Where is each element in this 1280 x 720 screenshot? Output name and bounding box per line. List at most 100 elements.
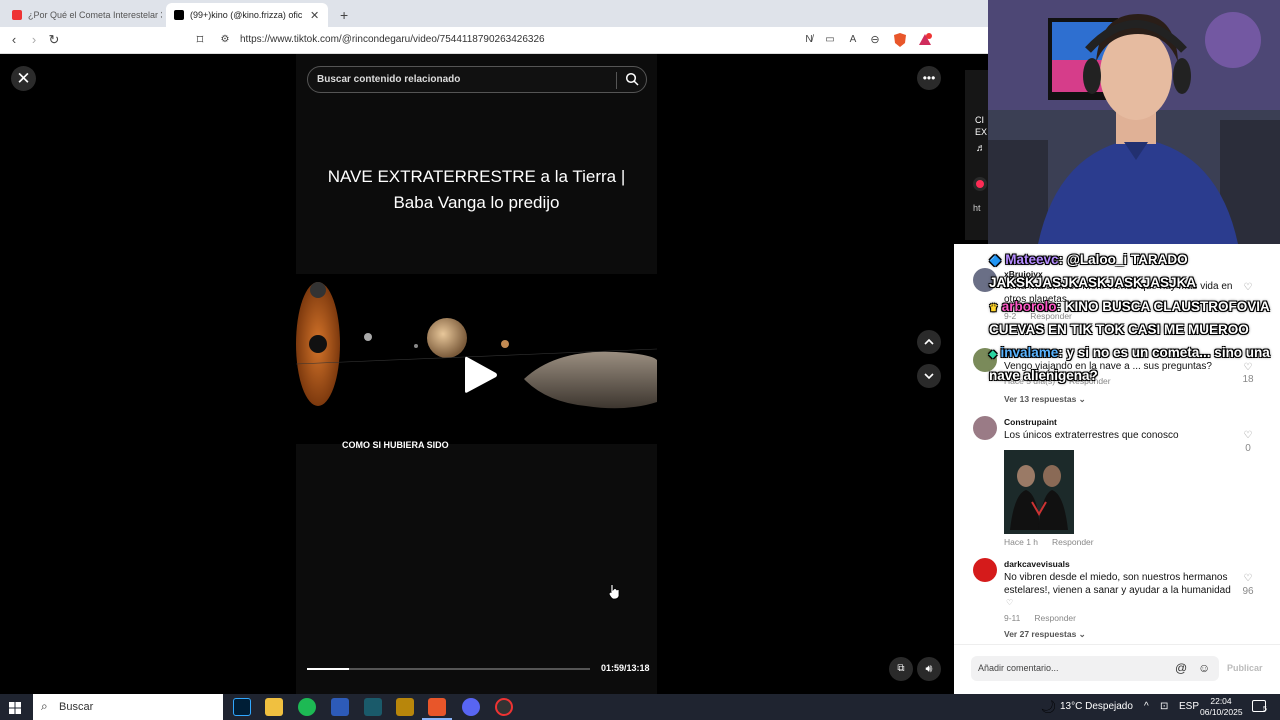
- reload-icon[interactable]: ↻: [46, 32, 62, 48]
- comment-author[interactable]: darkcavevisuals: [1004, 559, 1070, 569]
- discord-icon[interactable]: [462, 698, 480, 716]
- video-player[interactable]: Buscar contenido relacionado NAVE EXTRAT…: [296, 54, 657, 694]
- chat-username: arborolo: [1001, 299, 1057, 314]
- video-info-panel-partial: CI EX ♬ ht: [965, 70, 988, 240]
- weather-text[interactable]: 13°C Despejado: [1060, 701, 1133, 712]
- photoshop-icon[interactable]: [233, 698, 251, 716]
- back-icon[interactable]: ‹: [6, 32, 22, 48]
- chat-badge-icon: 🔷: [989, 256, 1002, 267]
- address-bar: ‹ › ↻ ⌑ ⚙ https://www.tiktok.com/@rincon…: [0, 27, 988, 54]
- like-icon[interactable]: [973, 177, 987, 191]
- streamer-webcam: [988, 0, 1280, 244]
- chat-badge-icon: ◆: [989, 349, 997, 360]
- view-replies-link[interactable]: Ver 27 respuestas ⌄: [1004, 629, 1086, 640]
- crown-badge-icon: ♛: [989, 303, 998, 314]
- play-icon[interactable]: [463, 354, 499, 396]
- new-tab-button[interactable]: +: [332, 3, 352, 27]
- comment-like-icon[interactable]: ♡: [1238, 430, 1258, 441]
- related-search-input[interactable]: Buscar contenido relacionado: [307, 66, 647, 93]
- comment-meta: 9-11 Responder: [1004, 613, 1090, 623]
- video-time: 01:59/13:18: [601, 663, 650, 673]
- more-options-icon[interactable]: •••: [917, 66, 941, 90]
- spotify-icon[interactable]: [298, 698, 316, 716]
- publish-button[interactable]: Publicar: [1227, 663, 1263, 673]
- bookmark-icon[interactable]: ⌑: [192, 32, 208, 48]
- comment-author[interactable]: Construpaint: [1004, 417, 1057, 427]
- translate-icon[interactable]: A: [845, 32, 861, 48]
- mention-icon[interactable]: @: [1175, 661, 1187, 675]
- hashtag-link[interactable]: ht: [973, 203, 981, 213]
- emoji-icon[interactable]: ☺: [1198, 661, 1210, 675]
- volume-icon[interactable]: 🔊︎: [917, 657, 941, 681]
- comment-text: Los únicos extraterrestres que conosco: [1004, 430, 1179, 441]
- avatar[interactable]: [973, 558, 997, 582]
- next-video-icon[interactable]: [917, 364, 941, 388]
- translate-off-icon[interactable]: N̸: [801, 32, 817, 48]
- browser-tab-bar: ¿Por Qué el Cometa Interestelar 3I/A (99…: [0, 0, 988, 27]
- music-note-icon: ♬: [976, 143, 986, 154]
- video-caption: COMO SI HUBIERA SIDO: [342, 440, 449, 450]
- tiktok-favicon-icon: [174, 10, 184, 20]
- forward-icon[interactable]: ›: [26, 32, 42, 48]
- search-icon[interactable]: [625, 72, 639, 86]
- pip-icon[interactable]: ⧉: [889, 657, 913, 681]
- comment-input-bar: Añadir comentario... @ ☺ Publicar: [954, 644, 1280, 694]
- tray-overflow-icon[interactable]: ^: [1144, 701, 1149, 712]
- comment-like-icon[interactable]: ♡: [1238, 573, 1258, 584]
- brave-browser-icon[interactable]: [428, 698, 446, 716]
- avatar[interactable]: [973, 416, 997, 440]
- progress-bar[interactable]: [307, 668, 590, 670]
- youtube-favicon-icon: [12, 10, 22, 20]
- zoom-icon[interactable]: ⊖: [867, 32, 883, 48]
- previous-video-icon[interactable]: [917, 330, 941, 354]
- video-title-text: NAVE EXTRATERRESTRE a la Tierra | Baba V…: [327, 167, 626, 212]
- url-field[interactable]: https://www.tiktok.com/@rincondegaru/vid…: [240, 34, 545, 45]
- vegas-icon[interactable]: [331, 698, 349, 716]
- brave-rewards-icon[interactable]: [917, 32, 933, 48]
- windows-start-icon[interactable]: [9, 701, 21, 714]
- search-icon: ⌕: [41, 699, 48, 713]
- close-tab-icon[interactable]: ✕: [310, 9, 319, 22]
- chat-message: ♛ arborolo: KINO BUSCA CLAUSTROFOVIA CUE…: [989, 296, 1274, 340]
- search-placeholder: Buscar contenido relacionado: [317, 74, 461, 85]
- file-explorer-icon[interactable]: [265, 698, 283, 716]
- comment-like-count: 96: [1242, 586, 1254, 597]
- comment-text: No vibren desde el miedo, son nuestros h…: [1004, 572, 1231, 596]
- chat-username: Mateevc: [1005, 252, 1059, 267]
- comment-placeholder: Añadir comentario...: [978, 663, 1059, 673]
- comment-date: 9-11: [1004, 613, 1021, 623]
- clock[interactable]: 22:04 06/10/2025: [1200, 696, 1243, 718]
- tiktok-video-page: ✕ Buscar contenido relacionado NAVE EXTR…: [0, 54, 988, 694]
- reply-link[interactable]: Responder: [1052, 537, 1094, 547]
- heart-emoji-icon: ♡: [1006, 598, 1014, 607]
- tab-inactive[interactable]: ¿Por Qué el Cometa Interestelar 3I/A: [4, 3, 162, 27]
- clock-time: 22:04: [1210, 696, 1232, 706]
- app-icon[interactable]: [364, 698, 382, 716]
- progress-fill: [307, 668, 350, 670]
- language-indicator[interactable]: ESP: [1179, 701, 1199, 712]
- site-info-icon[interactable]: ⚙: [217, 32, 233, 48]
- clock-date: 06/10/2025: [1200, 707, 1243, 717]
- taskbar-search[interactable]: ⌕ Buscar: [33, 694, 223, 720]
- tab-active[interactable]: (99+)kino (@kino.frizza) oficial | ✕: [166, 3, 328, 27]
- comment-date: Hace 1 h: [1004, 537, 1039, 547]
- comment-image[interactable]: [1004, 450, 1074, 534]
- comment-like-count: 0: [1245, 443, 1251, 454]
- reply-link[interactable]: Responder: [1034, 613, 1076, 623]
- tab-label: ¿Por Qué el Cometa Interestelar 3I/A: [28, 10, 162, 20]
- taskbar-search-label: Buscar: [59, 701, 94, 713]
- search-divider: [616, 72, 617, 89]
- notification-count: 5: [1263, 706, 1267, 713]
- app-icon[interactable]: [396, 698, 414, 716]
- comment-input[interactable]: Añadir comentario... @ ☺: [971, 656, 1219, 681]
- chat-username: invalame: [1000, 345, 1059, 360]
- tab-label: (99+)kino (@kino.frizza) oficial |: [190, 10, 302, 20]
- view-replies-link[interactable]: Ver 13 respuestas ⌄: [1004, 394, 1086, 405]
- close-video-button[interactable]: ✕: [11, 66, 36, 91]
- obs-icon[interactable]: [495, 698, 513, 716]
- mouse-cursor-icon: [608, 584, 620, 605]
- cast-icon[interactable]: ▭: [822, 32, 838, 48]
- video-title-overlay: NAVE EXTRATERRESTRE a la Tierra | Baba V…: [296, 164, 657, 216]
- brave-shield-icon[interactable]: [892, 32, 908, 48]
- network-icon[interactable]: ⊡: [1160, 701, 1168, 712]
